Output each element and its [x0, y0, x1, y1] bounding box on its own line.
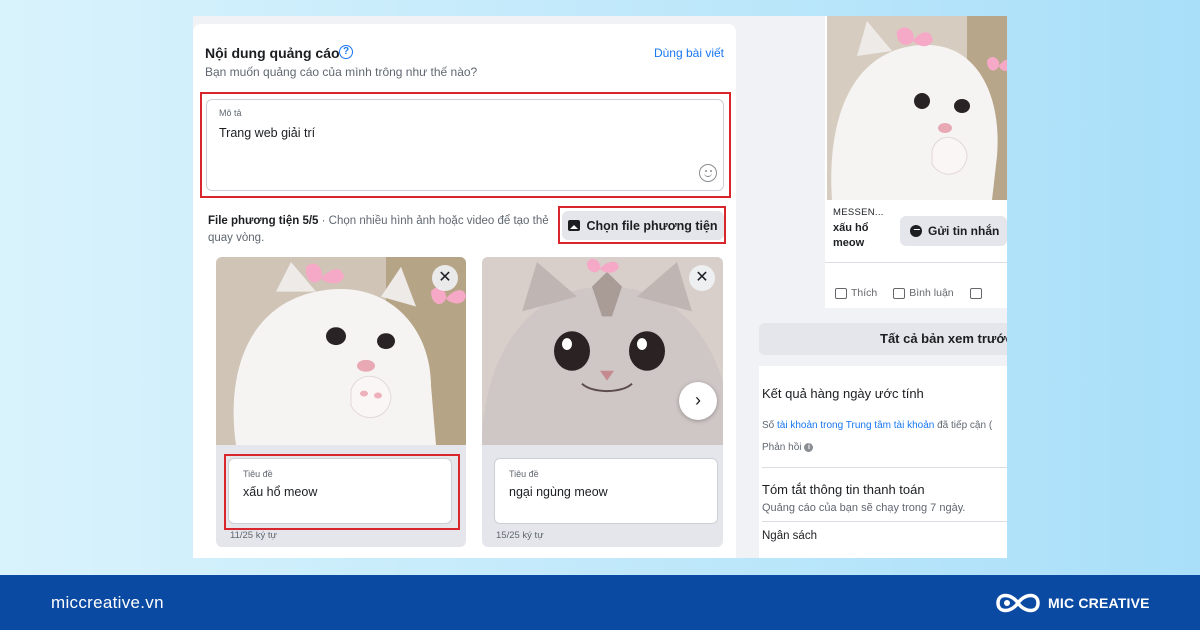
messenger-icon [910, 225, 922, 237]
preview-source: MESSEN... [833, 207, 884, 218]
preview-actions: Thích Bình luận [835, 287, 982, 299]
comment-icon [893, 287, 906, 299]
like-action[interactable]: Thích [835, 287, 877, 299]
comment-action[interactable]: Bình luận [893, 287, 954, 299]
preview-divider [825, 262, 1007, 263]
footer-url: miccreative.vn [51, 593, 164, 612]
all-previews-button[interactable]: Tất cả bản xem trước [759, 323, 1007, 355]
card-2-title-value: ngại ngùng meow [509, 485, 608, 499]
highlight-card-1-title [224, 454, 460, 530]
highlight-description [200, 92, 731, 198]
section-title: Nội dung quảng cáo [205, 45, 340, 61]
preview-title: xấu hổ meow [833, 222, 869, 249]
section-subtitle: Bạn muốn quảng cáo của mình trông như th… [205, 65, 478, 79]
use-existing-post-link[interactable]: Dùng bài viết [654, 46, 724, 60]
ads-manager-screenshot: Nội dung quảng cáo ? Bạn muốn quảng cáo … [193, 16, 1007, 558]
card-2-title-label: Tiêu đề [509, 469, 539, 479]
mic-creative-logo-icon [996, 593, 1040, 613]
ad-content-panel: Nội dung quảng cáo ? Bạn muốn quảng cáo … [193, 24, 736, 558]
card-1-close-icon[interactable]: ✕ [432, 265, 458, 291]
feedback-row[interactable]: Phản hồi i [762, 442, 814, 453]
daily-results-text: Số tài khoản trong Trung tâm tài khoản đ… [762, 420, 992, 431]
accounts-center-link[interactable]: tài khoản trong Trung tâm tài khoản [777, 420, 934, 431]
daily-results-heading: Kết quả hàng ngày ước tính [762, 386, 924, 401]
card-2-close-icon[interactable]: ✕ [689, 265, 715, 291]
card-2-title-field[interactable]: Tiêu đề ngại ngùng meow [494, 458, 718, 524]
budget-label: Ngân sách [762, 530, 817, 542]
results-divider [762, 467, 1007, 468]
footer-bar: miccreative.vn MIC CREATIVE [0, 575, 1200, 630]
like-label: Thích [851, 287, 878, 299]
media-description: File phương tiện 5/5 · Chọn nhiều hình ả… [208, 213, 558, 247]
highlight-choose-media [558, 206, 726, 244]
thumbs-up-icon [835, 287, 847, 299]
payment-heading: Tóm tắt thông tin thanh toán [762, 482, 925, 497]
payment-subtitle: Quảng cáo của bạn sẽ chạy trong 7 ngày. [762, 502, 966, 514]
send-message-button[interactable]: Gửi tin nhắn [900, 216, 1007, 246]
help-circle-icon[interactable]: ? [339, 45, 353, 59]
info-icon: i [804, 442, 814, 452]
share-icon [969, 287, 982, 299]
ad-preview-card: MESSEN... xấu hổ meow Gửi tin nhắn Thích… [825, 16, 1007, 308]
feedback-label: Phản hồi [762, 442, 802, 453]
card-1-char-count: 11/25 ký tự [230, 530, 277, 541]
daily-results-suffix: đã tiếp cận ( [934, 420, 993, 431]
results-panel: Kết quả hàng ngày ước tính Số tài khoản … [759, 366, 1007, 558]
preview-image [827, 16, 1007, 200]
share-action[interactable] [969, 287, 982, 299]
chevron-right-icon[interactable]: › [679, 382, 717, 420]
comment-label: Bình luận [909, 287, 954, 299]
send-message-label: Gửi tin nhắn [928, 224, 1000, 238]
media-label: File phương tiện 5/5 [208, 215, 319, 227]
daily-results-prefix: Số [762, 420, 778, 431]
footer-brand: MIC CREATIVE [1048, 595, 1150, 611]
carousel-card-2: ✕ › Tiêu đề ngại ngùng meow 15/25 ký tự [482, 257, 723, 547]
card-2-char-count: 15/25 ký tự [496, 530, 544, 541]
card-1-image [216, 257, 466, 445]
payment-divider [762, 521, 1007, 522]
